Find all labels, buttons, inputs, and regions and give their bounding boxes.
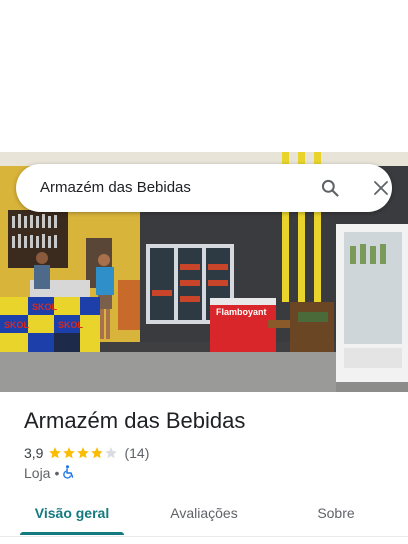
review-count[interactable]: (14) (124, 445, 149, 461)
search-input[interactable]: Armazém das Bebidas (40, 164, 191, 212)
star-icon (105, 447, 118, 459)
place-screen: SKOL SKOL SKOL Flamboyant Armazém das Be… (0, 0, 408, 544)
freezer-brand-label: Flamboyant (216, 307, 267, 317)
rating-row[interactable]: 3,9 (14) (24, 444, 149, 462)
crate-brand-label: SKOL (58, 320, 84, 330)
tab-overview[interactable]: Visão geral (20, 496, 124, 536)
tab-about[interactable]: Sobre (284, 496, 388, 536)
star-icon (91, 447, 104, 459)
star-rating (48, 446, 118, 460)
tab-bar: Visão geral Avaliações Sobre (0, 496, 408, 537)
category-row: Loja • (24, 464, 75, 482)
crate-brand-label: SKOL (4, 320, 30, 330)
search-bar[interactable]: Armazém das Bebidas (16, 164, 392, 212)
crate-brand-label: SKOL (32, 302, 58, 312)
star-icon (77, 447, 90, 459)
tab-reviews[interactable]: Avaliações (152, 496, 256, 536)
category-label: Loja (24, 465, 51, 481)
rating-value: 3,9 (24, 445, 44, 461)
star-icon (63, 447, 76, 459)
wheelchair-icon (63, 464, 75, 482)
close-icon[interactable] (369, 176, 393, 200)
active-tab-indicator (20, 532, 124, 535)
star-icon (49, 447, 62, 459)
separator-dot: • (54, 465, 60, 481)
search-icon[interactable] (318, 176, 342, 200)
place-name: Armazém das Bebidas (24, 408, 246, 433)
